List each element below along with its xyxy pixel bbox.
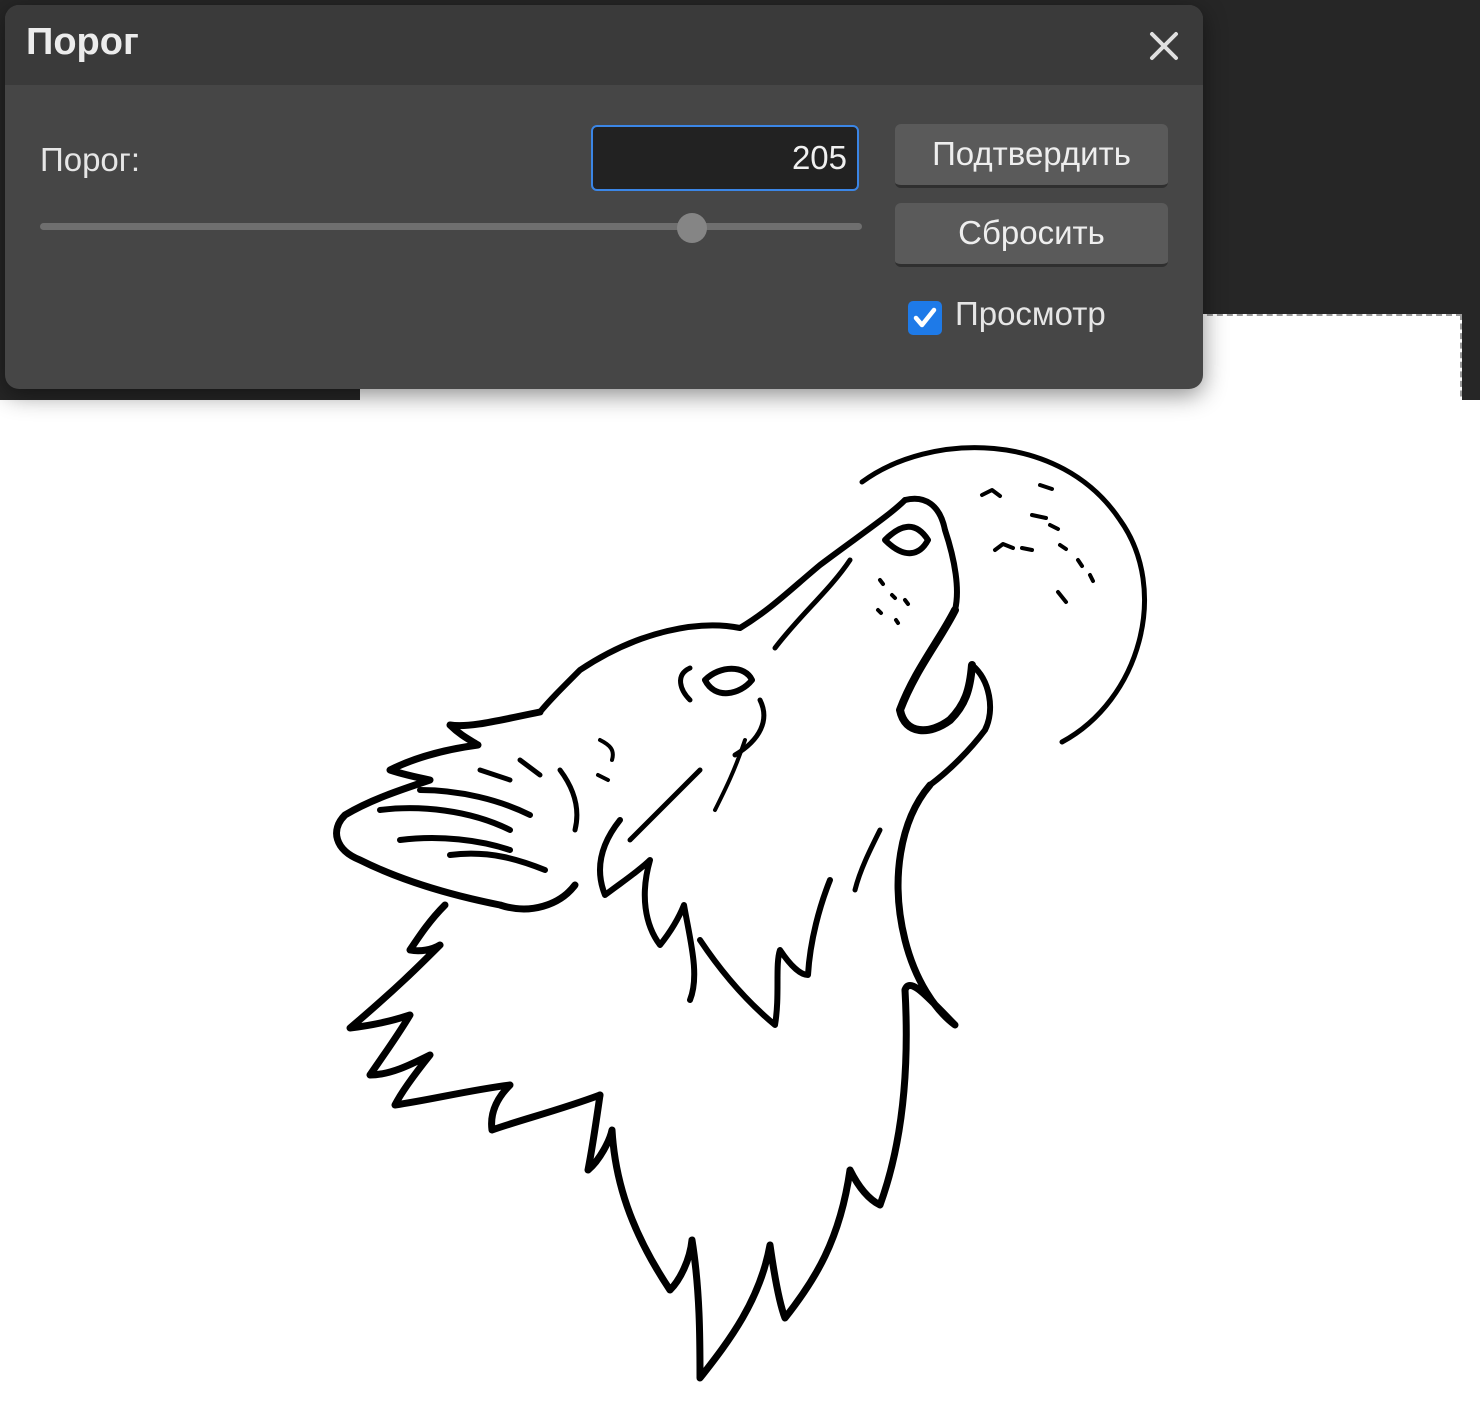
- preview-label: Просмотр: [955, 295, 1106, 332]
- close-icon[interactable]: [1143, 25, 1185, 67]
- howling-wolf-moon-drawing: [333, 445, 1147, 1382]
- reset-button[interactable]: Сбросить: [895, 203, 1168, 267]
- threshold-dialog: Порог Порог: Подтвердить Сбросить Просмо…: [5, 5, 1203, 389]
- dialog-title: Порог: [26, 21, 139, 63]
- checkmark-icon: [913, 307, 937, 328]
- threshold-slider-thumb[interactable]: [676, 213, 707, 243]
- threshold-slider-track[interactable]: [40, 223, 862, 230]
- dialog-titlebar: Порог: [5, 5, 1203, 85]
- threshold-label: Порог:: [40, 141, 140, 178]
- preview-checkbox[interactable]: [908, 301, 942, 335]
- threshold-input[interactable]: [591, 125, 859, 191]
- confirm-button[interactable]: Подтвердить: [895, 124, 1168, 188]
